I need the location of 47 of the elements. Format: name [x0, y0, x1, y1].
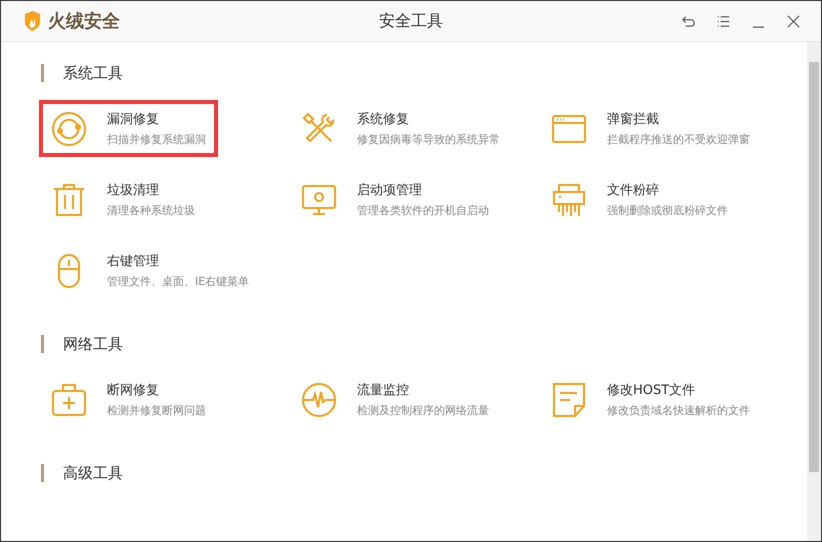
window-title: 安全工具	[378, 10, 444, 32]
tool-name: 文件粉碎	[607, 182, 660, 199]
tool-description: 修改负责域名快速解析的文件	[607, 403, 750, 418]
flame-shield-icon	[23, 10, 42, 32]
scrollbar-thumb[interactable]	[809, 62, 819, 472]
pulse-circle-icon	[301, 382, 337, 418]
tool-name: 垃圾清理	[107, 182, 160, 199]
tool-description: 拦截程序推送的不受欢迎弹窗	[607, 132, 750, 147]
tool-name: 漏洞修复	[107, 111, 160, 128]
tool-description: 管理文件、桌面、IE右键菜单	[107, 274, 250, 289]
tool-item[interactable]: 文件粉碎 强制删除或彻底粉碎文件	[539, 171, 740, 228]
tool-item[interactable]: 系统修复 修复因病毒等导致的系统异常	[289, 100, 512, 157]
target-icon	[51, 110, 87, 146]
tool-description: 清理各种系统垃圾	[107, 203, 195, 218]
menu-icon[interactable]	[716, 14, 731, 28]
tool-item[interactable]: 流量监控 检测及控制程序的网络流量	[289, 371, 501, 428]
tool-description: 修复因病毒等导致的系统异常	[357, 132, 500, 147]
back-icon[interactable]	[681, 14, 696, 28]
shredder-icon	[551, 182, 587, 218]
tool-item-highlighted[interactable]: 漏洞修复 扫描并修复系统漏洞	[39, 100, 218, 157]
tool-item[interactable]: 修改HOST文件 修改负责域名快速解析的文件	[539, 371, 762, 428]
close-icon[interactable]	[786, 14, 801, 28]
tool-item[interactable]: 弹窗拦截 拦截程序推送的不受欢迎弹窗	[539, 100, 762, 157]
tool-name: 流量监控	[357, 382, 410, 399]
tool-name: 弹窗拦截	[607, 111, 660, 128]
tool-name: 启动项管理	[357, 182, 423, 199]
tool-name: 修改HOST文件	[607, 382, 696, 399]
tool-item[interactable]: 右键管理 管理文件、桌面、IE右键菜单	[39, 242, 262, 299]
tool-name: 断网修复	[107, 382, 160, 399]
tool-description: 检测并修复断网问题	[107, 403, 206, 418]
tool-item[interactable]: 启动项管理 管理各类软件的开机自启动	[289, 171, 501, 228]
tool-description: 检测及控制程序的网络流量	[357, 403, 489, 418]
first-aid-kit-icon	[51, 382, 87, 418]
tool-item[interactable]: 断网修复 检测并修复断网问题	[39, 371, 218, 428]
tool-name: 右键管理	[107, 253, 160, 270]
note-icon	[551, 382, 587, 418]
app-name: 火绒安全	[48, 10, 120, 33]
section-title: 高级工具	[63, 464, 123, 482]
section-title: 网络工具	[63, 334, 123, 354]
trash-can-icon	[51, 182, 87, 218]
tool-name: 系统修复	[357, 111, 410, 128]
scrollbar[interactable]	[807, 42, 821, 541]
tool-item[interactable]: 垃圾清理 清理各种系统垃圾	[39, 171, 207, 228]
section-title: 系统工具	[63, 64, 123, 82]
tool-description: 强制删除或彻底粉碎文件	[607, 203, 728, 218]
tool-description: 管理各类软件的开机自启动	[357, 203, 489, 218]
tool-description: 扫描并修复系统漏洞	[107, 132, 206, 147]
